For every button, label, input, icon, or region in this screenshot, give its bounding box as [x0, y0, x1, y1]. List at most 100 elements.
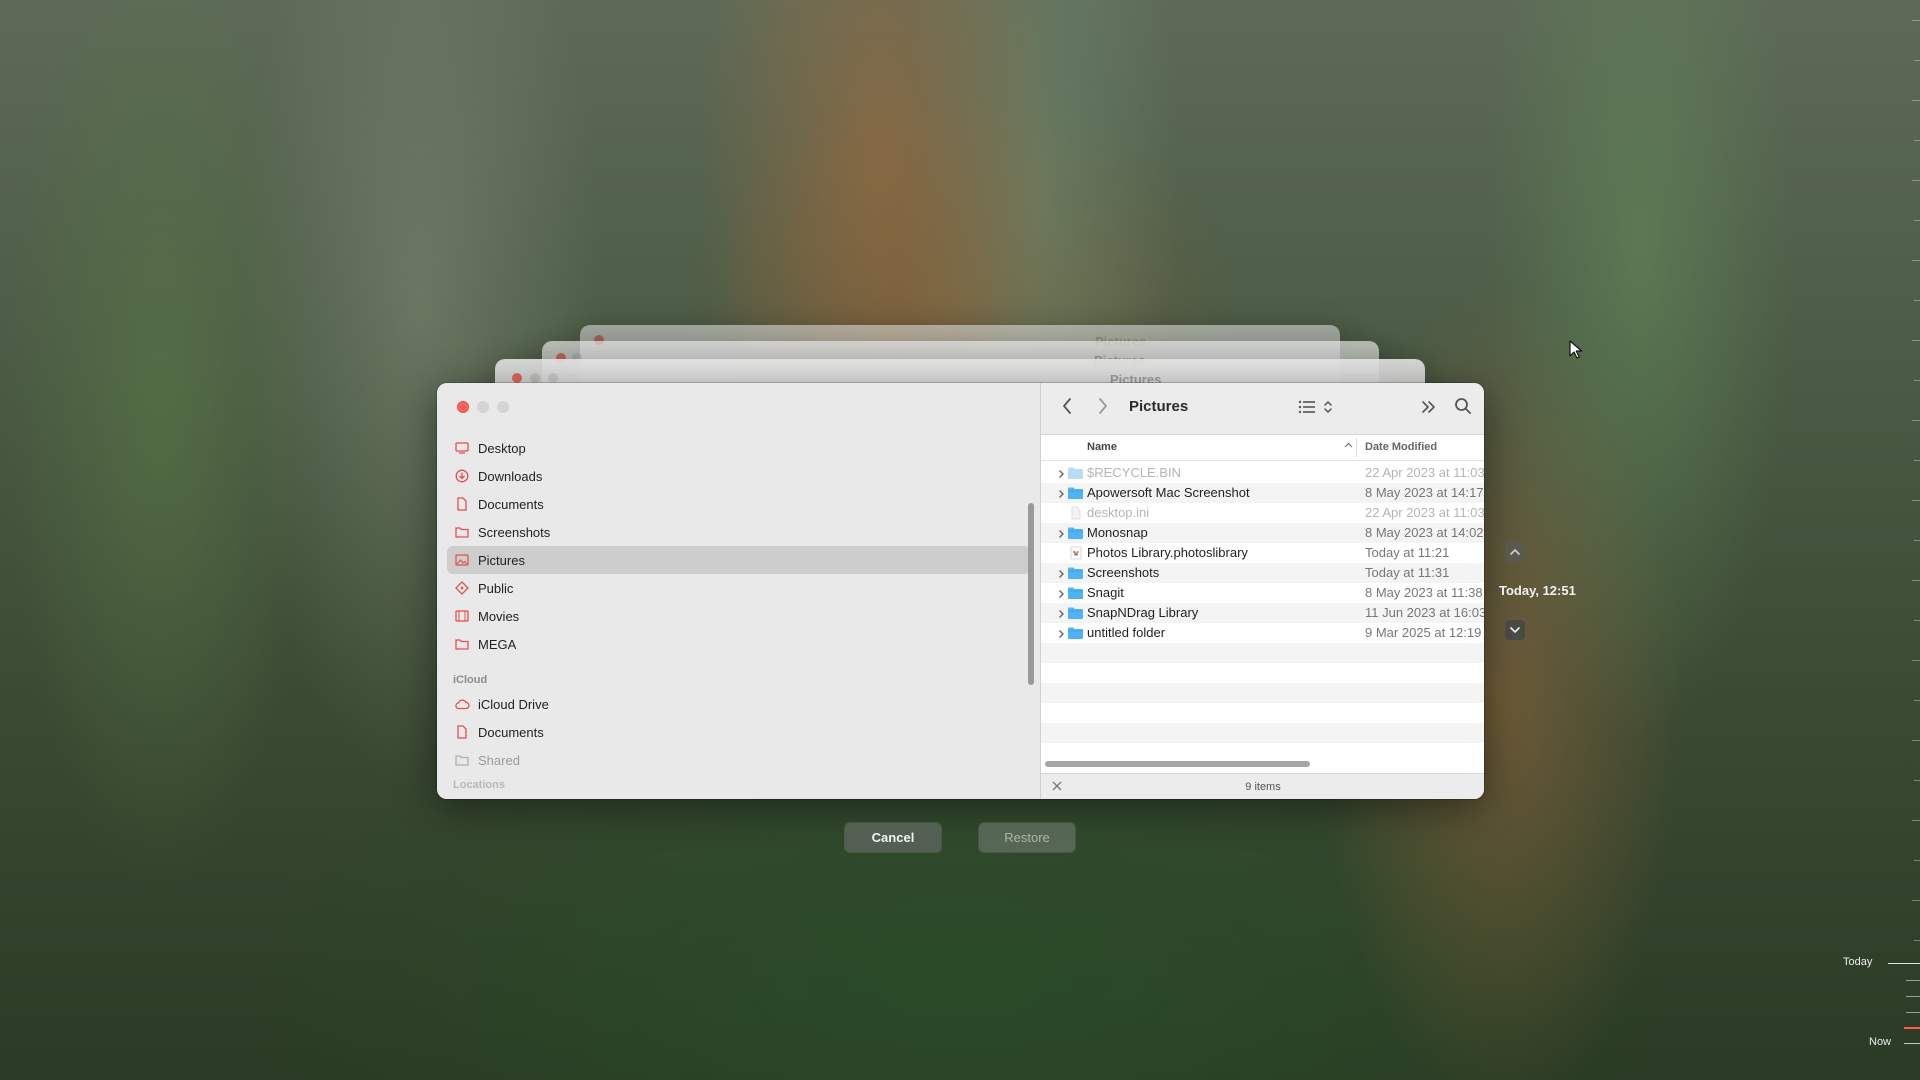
- snapshot-date: Today, 12:51: [1499, 583, 1576, 598]
- folder-icon: [454, 636, 470, 652]
- list-view-icon[interactable]: [1298, 398, 1334, 421]
- horizontal-scrollbar[interactable]: [1045, 761, 1310, 767]
- sidebar-section-icloud: iCloud: [453, 674, 488, 686]
- timeline[interactable]: [1888, 0, 1920, 1080]
- window-title: Pictures: [1129, 398, 1189, 415]
- file-name: Screenshots: [1087, 565, 1160, 580]
- disclosure-chevron-icon[interactable]: [1058, 487, 1065, 502]
- empty-row: [1041, 703, 1484, 723]
- sidebar-item-icloud-drive[interactable]: iCloud Drive: [447, 690, 1030, 718]
- sidebar-item-documents[interactable]: Documents: [447, 490, 1030, 518]
- table-row[interactable]: desktop.ini 22 Apr 2023 at 11:03: [1041, 503, 1484, 523]
- toolbar: Pictures: [1041, 383, 1484, 435]
- file-name: untitled folder: [1087, 625, 1166, 640]
- item-count: 9 items: [1245, 781, 1281, 793]
- column-date-header[interactable]: Date Modified: [1365, 441, 1437, 453]
- folder-icon: [1067, 586, 1084, 603]
- finder-window: Desktop Downloads Documents Screenshots: [437, 383, 1484, 799]
- sidebar-item-label: iCloud Drive: [478, 696, 549, 712]
- file-name: Apowersoft Mac Screenshot: [1087, 485, 1250, 500]
- mouse-cursor-icon: [1569, 340, 1583, 365]
- file-date: Today at 11:31: [1365, 565, 1450, 580]
- chevron-down-icon[interactable]: [1505, 620, 1525, 640]
- sidebar-list: Desktop Downloads Documents Screenshots: [437, 434, 1040, 788]
- disclosure-chevron-icon[interactable]: [1058, 587, 1065, 602]
- column-name-header[interactable]: Name: [1087, 441, 1117, 453]
- sidebar-item-icloud-documents[interactable]: Documents: [447, 718, 1030, 746]
- shared-folder-icon: [454, 752, 470, 768]
- empty-row: [1041, 723, 1484, 743]
- sidebar-item-movies[interactable]: Movies: [447, 602, 1030, 630]
- disclosure-chevron-icon[interactable]: [1058, 567, 1065, 582]
- sidebar-item-desktop[interactable]: Desktop: [447, 434, 1030, 462]
- folder-icon: [1067, 626, 1084, 643]
- downloads-icon: [454, 468, 470, 484]
- timeline-label-today: Today: [1843, 956, 1873, 968]
- document-file-icon: [1067, 506, 1084, 523]
- sidebar: Desktop Downloads Documents Screenshots: [437, 383, 1040, 799]
- forward-button[interactable]: [1097, 397, 1109, 420]
- file-name: Snagit: [1087, 585, 1124, 600]
- file-date: Today at 11:21: [1365, 545, 1450, 560]
- disclosure-chevron-icon[interactable]: [1058, 627, 1065, 642]
- file-name: SnapNDrag Library: [1087, 605, 1199, 620]
- folder-icon: [1067, 606, 1084, 623]
- sidebar-item-public[interactable]: Public: [447, 574, 1030, 602]
- disclosure-chevron-icon[interactable]: [1058, 467, 1065, 482]
- column-divider[interactable]: [1356, 438, 1357, 457]
- empty-row: [1041, 643, 1484, 663]
- minimize-dot-icon: [530, 373, 540, 383]
- cancel-button[interactable]: Cancel: [845, 823, 941, 852]
- document-icon: [454, 496, 470, 512]
- sidebar-item-label: Downloads: [478, 468, 543, 484]
- table-row[interactable]: Monosnap 8 May 2023 at 14:02: [1041, 523, 1484, 543]
- folder-icon: [1067, 566, 1084, 583]
- restore-button[interactable]: Restore: [979, 823, 1075, 852]
- table-row[interactable]: SnapNDrag Library 11 Jun 2023 at 16:03: [1041, 603, 1484, 623]
- maximize-button[interactable]: [497, 401, 509, 413]
- table-row[interactable]: Apowersoft Mac Screenshot 8 May 2023 at …: [1041, 483, 1484, 503]
- disclosure-chevron-icon[interactable]: [1058, 527, 1065, 542]
- file-date: 8 May 2023 at 14:17: [1365, 485, 1484, 500]
- chevron-up-icon[interactable]: [1505, 542, 1525, 562]
- sidebar-item-label: Pictures: [478, 552, 525, 568]
- search-icon[interactable]: [1454, 397, 1472, 420]
- movies-icon: [454, 608, 470, 624]
- table-row[interactable]: Screenshots Today at 11:31: [1041, 563, 1484, 583]
- file-list: $RECYCLE.BIN 22 Apr 2023 at 11:03 Apower…: [1041, 463, 1484, 743]
- sidebar-item-label: Public: [478, 580, 514, 596]
- file-date: 8 May 2023 at 11:38: [1365, 585, 1483, 600]
- file-date: 8 May 2023 at 14:02: [1365, 525, 1484, 540]
- sidebar-item-shared[interactable]: Shared: [447, 746, 1030, 774]
- table-row[interactable]: untitled folder 9 Mar 2025 at 12:19: [1041, 623, 1484, 643]
- pictures-icon: [454, 552, 470, 568]
- sidebar-item-screenshots[interactable]: Screenshots: [447, 518, 1030, 546]
- sidebar-item-label: Documents: [478, 496, 544, 512]
- sidebar-scrollbar[interactable]: [1028, 503, 1034, 685]
- file-name: desktop.ini: [1087, 505, 1150, 520]
- cloud-icon: [454, 696, 470, 712]
- public-icon: [454, 580, 470, 596]
- file-name: Photos Library.photoslibrary: [1087, 545, 1248, 560]
- timeline-label-now: Now: [1869, 1036, 1892, 1048]
- empty-row: [1041, 683, 1484, 703]
- sidebar-item-pictures[interactable]: Pictures: [447, 546, 1030, 574]
- table-row[interactable]: Photos Library.photoslibrary Today at 11…: [1041, 543, 1484, 563]
- folder-icon: [1067, 526, 1084, 543]
- back-button[interactable]: [1061, 397, 1073, 420]
- sidebar-item-label: Screenshots: [478, 524, 551, 540]
- sidebar-item-label: Movies: [478, 608, 520, 624]
- close-button[interactable]: [457, 401, 469, 413]
- sidebar-section-locations: Locations: [453, 779, 505, 788]
- file-name: $RECYCLE.BIN: [1087, 465, 1181, 480]
- minimize-button[interactable]: [477, 401, 489, 413]
- disclosure-chevron-icon[interactable]: [1058, 607, 1065, 622]
- table-row[interactable]: $RECYCLE.BIN 22 Apr 2023 at 11:03: [1041, 463, 1484, 483]
- column-header: Name Date Modified: [1041, 435, 1484, 461]
- sidebar-item-downloads[interactable]: Downloads: [447, 462, 1030, 490]
- sidebar-item-mega[interactable]: MEGA: [447, 630, 1030, 658]
- table-row[interactable]: Snagit 8 May 2023 at 11:38: [1041, 583, 1484, 603]
- file-browser: Pictures Name Date Modified $RECYCLE.BIN…: [1040, 383, 1484, 799]
- file-date: 11 Jun 2023 at 16:03: [1365, 605, 1484, 620]
- toolbar-overflow-icon[interactable]: [1420, 398, 1436, 421]
